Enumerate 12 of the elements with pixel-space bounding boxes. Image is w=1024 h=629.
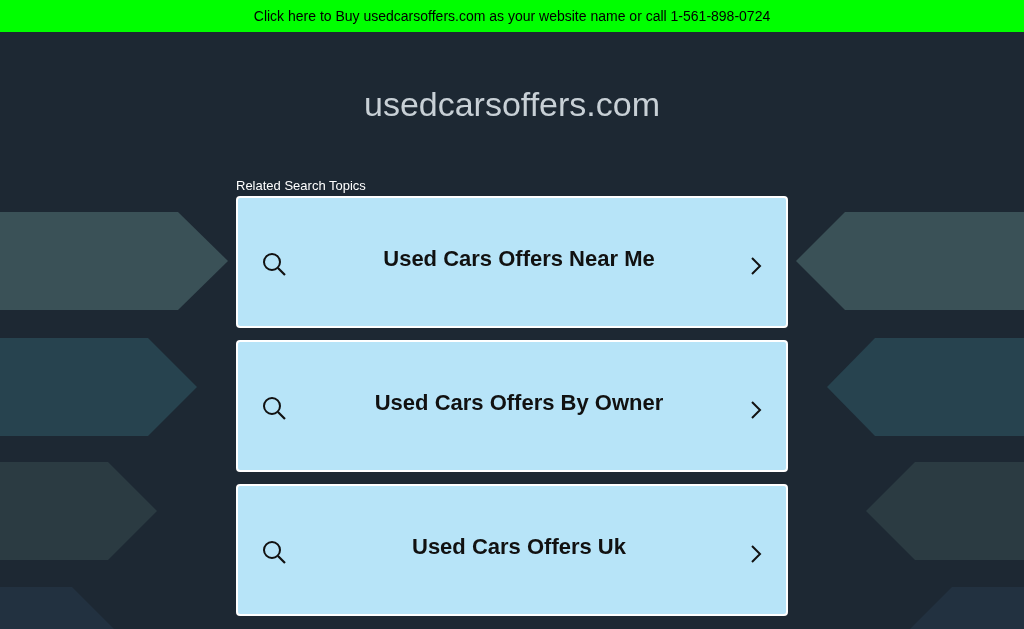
search-icon	[262, 540, 288, 566]
search-topic-link[interactable]: Used Cars Offers Uk	[236, 484, 788, 616]
site-title: usedcarsoffers.com	[363, 84, 661, 124]
chevron-right-icon	[750, 400, 762, 420]
search-topic-link[interactable]: Used Cars Offers By Owner	[236, 340, 788, 472]
chevron-right-icon	[750, 544, 762, 564]
chevron-right-icon	[750, 256, 762, 276]
search-topic-link[interactable]: Used Cars Offers Near Me	[236, 196, 788, 328]
section-heading: Related Search Topics	[236, 178, 366, 194]
search-icon	[262, 252, 288, 278]
buy-domain-link[interactable]: Click here to Buy usedcarsoffers.com as your website name or call 1-561-898-0724	[0, 0, 1024, 32]
search-icon	[262, 396, 288, 422]
